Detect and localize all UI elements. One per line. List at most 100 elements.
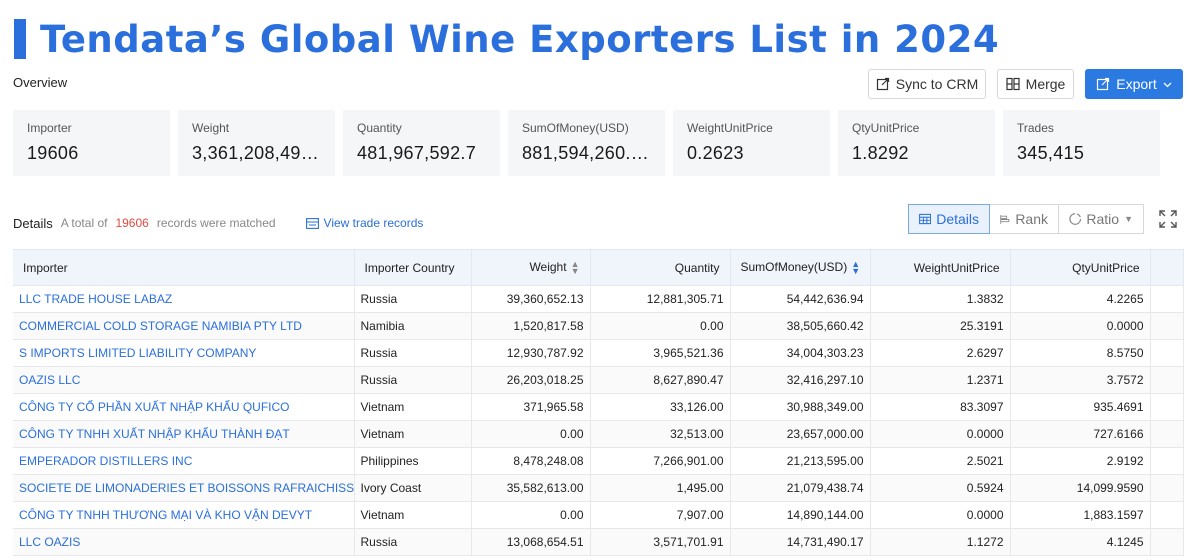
view-trade-records-label: View trade records bbox=[323, 216, 424, 230]
stat-card: Weight 3,361,208,494… bbox=[178, 110, 335, 176]
column-header-importer[interactable]: Importer bbox=[13, 249, 355, 286]
cell-importer[interactable]: OAZIS LLC bbox=[13, 366, 355, 394]
stat-value: 19606 bbox=[27, 143, 79, 163]
merge-button[interactable]: Merge bbox=[997, 69, 1074, 99]
cell-sum-of-money: 21,213,595.00 bbox=[730, 447, 871, 475]
stat-label: Weight bbox=[192, 121, 230, 135]
stat-card: QtyUnitPrice 1.8292 bbox=[838, 110, 995, 176]
cell-qty-unit-price: 935.4691 bbox=[1010, 393, 1151, 421]
cell-weight-unit-price: 2.5021 bbox=[870, 447, 1011, 475]
cell-importer[interactable]: EMPERADOR DISTILLERS INC bbox=[13, 447, 355, 475]
cell-weight: 12,930,787.92 bbox=[471, 339, 591, 367]
sort-icon[interactable]: ▲ ▼ bbox=[851, 259, 860, 275]
cell-qty-unit-price: 14,099.9590 bbox=[1010, 474, 1151, 502]
cell-sum-of-money: 30,988,349.00 bbox=[730, 393, 871, 421]
column-header-weight[interactable]: Weight ▲ ▼ bbox=[471, 249, 591, 286]
cell-importer[interactable]: COMMERCIAL COLD STORAGE NAMIBIA PTY LTD bbox=[13, 312, 355, 340]
cell-importer[interactable]: CÔNG TY TNHH THƯƠNG MẠI VÀ KHO VẬN DEVYT bbox=[13, 501, 355, 529]
column-header-sum-of-money[interactable]: SumOfMoney(USD) ▲ ▼ bbox=[730, 249, 871, 286]
tab-ratio[interactable]: Ratio ▼ bbox=[1058, 204, 1144, 234]
cell-importer[interactable]: S IMPORTS LIMITED LIABILITY COMPANY bbox=[13, 339, 355, 367]
cell-weight: 26,203,018.25 bbox=[471, 366, 591, 394]
stat-label: Quantity bbox=[357, 121, 402, 135]
table-row: SOCIETE DE LIMONADERIES ET BOISSONS RAFR… bbox=[13, 474, 1184, 502]
table-header-row: Importer Importer Country Weight ▲ ▼ Quant… bbox=[13, 249, 1184, 286]
cell-quantity: 3,571,701.91 bbox=[590, 528, 731, 556]
table-row: LLC TRADE HOUSE LABAZ Russia 39,360,652.13… bbox=[13, 285, 1184, 313]
cell-weight: 371,965.58 bbox=[471, 393, 591, 421]
cell-weight: 0.00 bbox=[471, 501, 591, 529]
cell-spacer bbox=[1150, 528, 1184, 556]
table-body: LLC TRADE HOUSE LABAZ Russia 39,360,652.13… bbox=[13, 285, 1184, 556]
cell-quantity: 1,495.00 bbox=[590, 474, 731, 502]
sort-icon[interactable]: ▲ ▼ bbox=[571, 259, 580, 275]
cell-country: Russia bbox=[354, 528, 472, 556]
table-row: CÔNG TY TNHH THƯƠNG MẠI VÀ KHO VẬN DEVYT… bbox=[13, 501, 1184, 529]
cell-importer[interactable]: SOCIETE DE LIMONADERIES ET BOISSONS RAFR… bbox=[13, 474, 355, 502]
cell-importer[interactable]: LLC OAZIS bbox=[13, 528, 355, 556]
cell-country: Russia bbox=[354, 285, 472, 313]
stat-card: SumOfMoney(USD) 881,594,260.19 bbox=[508, 110, 665, 176]
cell-weight-unit-price: 1.3832 bbox=[870, 285, 1011, 313]
cell-qty-unit-price: 4.2265 bbox=[1010, 285, 1151, 313]
cell-qty-unit-price: 8.5750 bbox=[1010, 339, 1151, 367]
cell-spacer bbox=[1150, 339, 1184, 367]
cell-country: Russia bbox=[354, 366, 472, 394]
cell-quantity: 3,965,521.36 bbox=[590, 339, 731, 367]
cell-importer[interactable]: CÔNG TY CỔ PHẦN XUẤT NHẬP KHẨU QUFICO bbox=[13, 393, 355, 421]
column-header-qty-unit-price[interactable]: QtyUnitPrice bbox=[1010, 249, 1151, 286]
column-header-spacer bbox=[1150, 249, 1184, 286]
table-row: OAZIS LLC Russia 26,203,018.25 8,627,890.47… bbox=[13, 366, 1184, 394]
cell-importer[interactable]: LLC TRADE HOUSE LABAZ bbox=[13, 285, 355, 313]
cell-weight-unit-price: 2.6297 bbox=[870, 339, 1011, 367]
stat-card: Quantity 481,967,592.7 bbox=[343, 110, 500, 176]
column-header-country[interactable]: Importer Country bbox=[354, 249, 472, 286]
cell-spacer bbox=[1150, 420, 1184, 448]
export-label: Export bbox=[1116, 76, 1157, 92]
cell-spacer bbox=[1150, 393, 1184, 421]
tab-details[interactable]: Details bbox=[908, 204, 990, 234]
cell-spacer bbox=[1150, 501, 1184, 529]
cell-quantity: 32,513.00 bbox=[590, 420, 731, 448]
cell-quantity: 8,627,890.47 bbox=[590, 366, 731, 394]
cell-weight-unit-price: 83.3097 bbox=[870, 393, 1011, 421]
sync-label: Sync to CRM bbox=[895, 76, 979, 92]
cell-quantity: 33,126.00 bbox=[590, 393, 731, 421]
view-trade-records-link[interactable]: View trade records bbox=[305, 216, 424, 230]
view-switcher: Details Rank Ratio ▼ bbox=[908, 204, 1144, 234]
overview-stats: Importer 19606 Weight 3,361,208,494… Quant… bbox=[13, 110, 1160, 176]
table-row: CÔNG TY TNHH XUẤT NHẬP KHẨU THÀNH ĐẠT Vie… bbox=[13, 420, 1184, 448]
chevron-down-icon bbox=[1163, 82, 1172, 87]
stat-label: Importer bbox=[27, 121, 72, 135]
overview-label: Overview bbox=[13, 75, 68, 90]
banner-title: Tendata’s Global Wine Exporters List in … bbox=[40, 17, 1000, 61]
stat-card: Trades 345,415 bbox=[1003, 110, 1160, 176]
fullscreen-icon[interactable] bbox=[1159, 210, 1177, 228]
cell-weight: 35,582,613.00 bbox=[471, 474, 591, 502]
cell-qty-unit-price: 2.9192 bbox=[1010, 447, 1151, 475]
ratio-icon bbox=[1069, 213, 1082, 225]
tab-rank-label: Rank bbox=[1015, 211, 1048, 227]
cell-country: Vietnam bbox=[354, 420, 472, 448]
cell-weight-unit-price: 0.0000 bbox=[870, 420, 1011, 448]
list-icon bbox=[305, 217, 319, 229]
cell-quantity: 7,266,901.00 bbox=[590, 447, 731, 475]
cell-qty-unit-price: 727.6166 bbox=[1010, 420, 1151, 448]
sync-to-crm-button[interactable]: Sync to CRM bbox=[868, 69, 986, 99]
table-row: CÔNG TY CỔ PHẦN XUẤT NHẬP KHẨU QUFICO Vie… bbox=[13, 393, 1184, 421]
stat-card: Importer 19606 bbox=[13, 110, 170, 176]
banner-accent-bar bbox=[14, 19, 26, 59]
stat-value: 345,415 bbox=[1017, 143, 1085, 163]
details-prefix: A total of bbox=[60, 216, 108, 230]
cell-spacer bbox=[1150, 474, 1184, 502]
merge-label: Merge bbox=[1025, 76, 1066, 92]
export-button[interactable]: Export bbox=[1085, 69, 1183, 99]
column-header-quantity[interactable]: Quantity bbox=[590, 249, 731, 286]
cell-importer[interactable]: CÔNG TY TNHH XUẤT NHẬP KHẨU THÀNH ĐẠT bbox=[13, 420, 355, 448]
column-header-weight-unit-price[interactable]: WeightUnitPrice bbox=[870, 249, 1011, 286]
cell-sum-of-money: 23,657,000.00 bbox=[730, 420, 871, 448]
cell-weight: 39,360,652.13 bbox=[471, 285, 591, 313]
tab-rank[interactable]: Rank bbox=[989, 204, 1059, 234]
cell-weight: 13,068,654.51 bbox=[471, 528, 591, 556]
cell-weight: 1,520,817.58 bbox=[471, 312, 591, 340]
